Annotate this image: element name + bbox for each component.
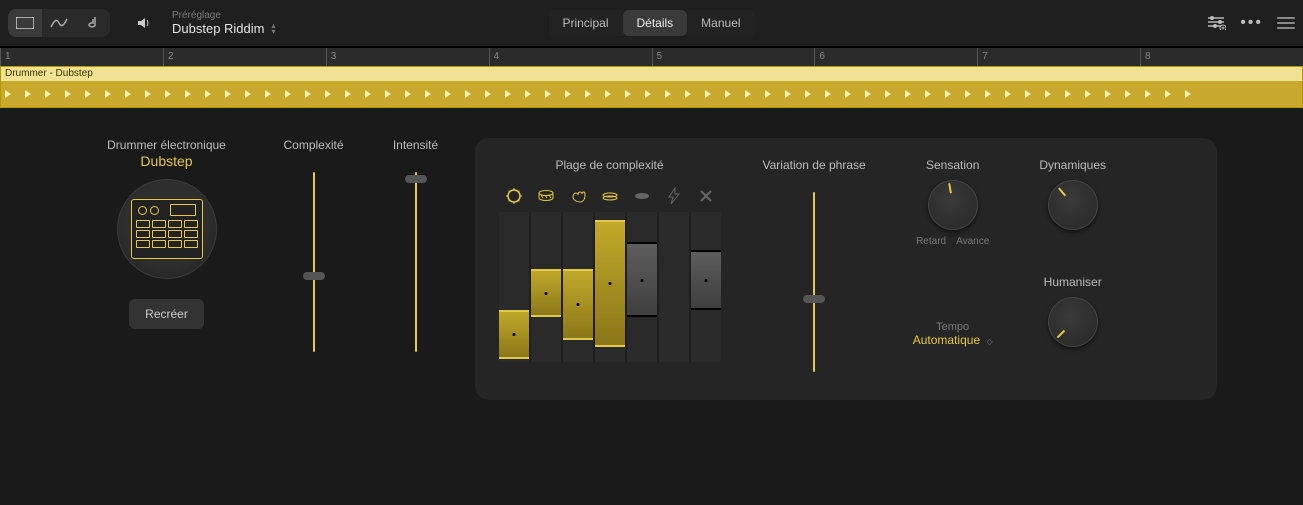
crash-cymbal-icon[interactable]	[504, 186, 524, 206]
intensity-slider[interactable]: Intensité	[381, 138, 451, 352]
hi-hat-icon[interactable]	[600, 186, 620, 206]
settings-icon[interactable]	[1206, 14, 1226, 33]
lightning-icon[interactable]	[664, 186, 684, 206]
tab-principal[interactable]: Principal	[548, 10, 622, 36]
ruler-mark: 6	[814, 48, 825, 66]
ruler-mark: 1	[0, 48, 11, 66]
phrase-variation-label: Variation de phrase	[763, 158, 866, 172]
recreate-button[interactable]: Recréer	[129, 299, 204, 329]
drag-handle-icon[interactable]	[1277, 17, 1295, 29]
tab-details[interactable]: Détails	[622, 10, 687, 36]
view-mode-toggle	[8, 9, 110, 37]
tempo-label: Tempo	[936, 321, 969, 333]
dynamics-label: Dynamiques	[1039, 158, 1106, 172]
ruler-mark: 2	[163, 48, 174, 66]
updown-icon: ▴▾	[272, 23, 276, 35]
feel-sub-avance: Avance	[956, 236, 989, 247]
complexity-label: Complexité	[283, 138, 343, 152]
drummer-info: Drummer électronique Dubstep Recréer	[87, 138, 247, 329]
ruler-mark: 8	[1140, 48, 1151, 66]
snare-drum-icon[interactable]	[536, 186, 556, 206]
ruler-mark: 7	[977, 48, 988, 66]
knob-section: Sensation Retard Avance Dynamiques	[908, 158, 1118, 372]
clap-icon[interactable]	[568, 186, 588, 206]
ruler-mark: 4	[489, 48, 500, 66]
drum-machine-icon	[131, 199, 203, 259]
complexity-range-label: Plage de complexité	[555, 158, 663, 172]
preset-selector[interactable]: Préréglage Dubstep Riddim ▴▾	[172, 10, 276, 36]
timeline-ruler[interactable]: 1 2 3 4 5 6 7 8	[0, 47, 1303, 66]
feel-sub-retard: Retard	[916, 236, 946, 247]
dynamics-knob[interactable]: Dynamiques	[1028, 158, 1118, 247]
feel-knob[interactable]: Sensation Retard Avance	[908, 158, 998, 247]
complexity-slider[interactable]: Complexité	[279, 138, 349, 352]
humanize-knob[interactable]: Humaniser	[1028, 275, 1118, 347]
preset-value: Dubstep Riddim	[172, 21, 265, 36]
updown-icon: ◇	[986, 337, 992, 346]
editor-area: Drummer électronique Dubstep Recréer Com…	[0, 108, 1303, 400]
automation-view-button[interactable]	[42, 9, 76, 37]
tab-manuel[interactable]: Manuel	[687, 10, 754, 36]
tempo-selector[interactable]: Tempo Automatique ◇	[913, 321, 993, 347]
drummer-region[interactable]: Drummer - Dubstep	[0, 66, 1303, 108]
track-lane: Drummer - Dubstep	[0, 66, 1303, 108]
drummer-type-label: Drummer électronique	[107, 138, 226, 152]
complexity-bars[interactable]	[499, 212, 721, 362]
phrase-variation-slider[interactable]: Variation de phrase	[763, 158, 866, 372]
editor-tabs: Principal Détails Manuel	[548, 10, 754, 36]
cross-icon[interactable]	[696, 186, 716, 206]
drummer-avatar[interactable]	[117, 179, 217, 279]
complexity-range: Plage de complexité	[499, 158, 721, 372]
more-icon[interactable]: •••	[1240, 14, 1263, 32]
ruler-mark: 5	[652, 48, 663, 66]
bass-icon[interactable]	[632, 186, 652, 206]
preset-label: Préréglage	[172, 10, 276, 21]
volume-icon[interactable]	[132, 11, 156, 35]
note-view-button[interactable]	[76, 9, 110, 37]
instrument-icons	[504, 186, 716, 206]
ruler-mark: 3	[326, 48, 337, 66]
humanize-label: Humaniser	[1044, 275, 1102, 289]
intensity-label: Intensité	[393, 138, 438, 152]
region-view-button[interactable]	[8, 9, 42, 37]
region-waveform	[1, 81, 1302, 107]
details-panel: Plage de complexité Variation de phrase	[475, 138, 1217, 400]
drummer-style: Dubstep	[140, 153, 192, 169]
top-bar: Préréglage Dubstep Riddim ▴▾ Principal Dé…	[0, 0, 1303, 47]
tempo-value: Automatique	[913, 333, 980, 347]
region-name: Drummer - Dubstep	[1, 67, 1302, 81]
feel-label: Sensation	[926, 158, 979, 172]
